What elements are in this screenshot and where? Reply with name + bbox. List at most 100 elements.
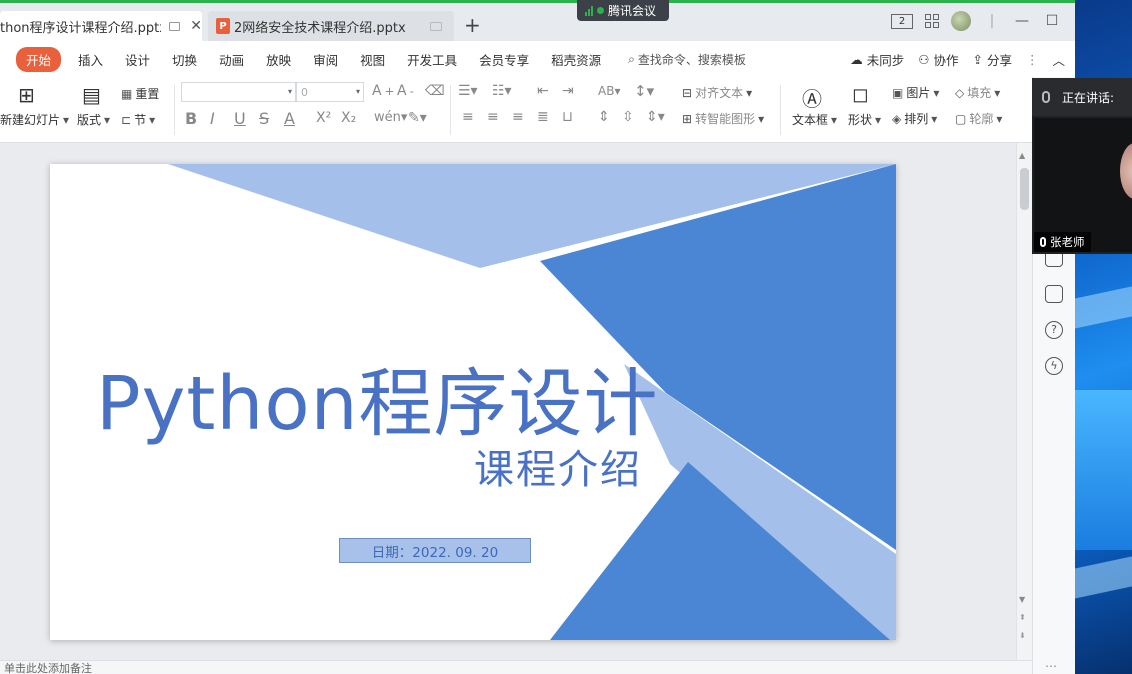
scroll-up-icon[interactable]: ▲ xyxy=(1019,151,1025,160)
lightning-icon[interactable]: ϟ xyxy=(1045,357,1063,375)
menu-slideshow[interactable]: 放映 xyxy=(255,50,302,69)
shape-button[interactable]: 形状 ▾ xyxy=(848,111,881,128)
user-icon: ⚇ xyxy=(918,51,930,67)
new-slide-icon[interactable]: ⊞ xyxy=(18,83,35,107)
tab-python-course[interactable]: thon程序设计课程介绍.pptx ✕ xyxy=(0,11,202,41)
meeting-indicator[interactable]: 腾讯会议 xyxy=(577,0,669,21)
menu-member[interactable]: 会员专享 xyxy=(468,50,540,69)
subscript-icon[interactable]: X₂ xyxy=(341,110,356,126)
align-center-icon[interactable]: ≡ xyxy=(487,109,499,125)
new-tab-button[interactable]: + xyxy=(464,13,481,37)
collaborate-button[interactable]: ⚇ 协作 xyxy=(918,50,958,69)
menu-design[interactable]: 设计 xyxy=(114,50,161,69)
menu-transition[interactable]: 切换 xyxy=(161,50,208,69)
highlight-icon[interactable]: ✎▾ xyxy=(408,110,427,126)
menu-start[interactable]: 开始 xyxy=(16,46,62,72)
arrange-button[interactable]: ◈ 排列 ▾ xyxy=(892,110,937,127)
ribbon-toolbar: ⊞ 新建幻灯片 ▾ ▤ 版式 ▾ ▦ 重置 ⊏ 节 ▾ ▾ 0 ▾ A + A- ⌫ B I … xyxy=(0,77,1032,143)
underline-icon[interactable]: U xyxy=(234,109,246,128)
menu-docer[interactable]: 稻壳资源 xyxy=(540,50,612,69)
layout-button[interactable]: 版式 ▾ xyxy=(77,111,110,128)
collapse-ribbon-icon[interactable]: ︿ xyxy=(1052,50,1065,69)
align-text-icon: ⊟ xyxy=(682,85,693,100)
vertical-scrollbar[interactable]: ▲ ▼ ⇞ ⇟ xyxy=(1016,143,1032,660)
paragraph-spacing-icon[interactable]: ⇳ xyxy=(622,109,634,125)
scroll-down-icon[interactable]: ▼ xyxy=(1019,595,1025,604)
scrollbar-thumb[interactable] xyxy=(1020,168,1029,210)
justify-icon[interactable]: ≣ xyxy=(537,109,549,125)
next-slide-icon[interactable]: ⇟ xyxy=(1019,631,1026,640)
clear-format-icon[interactable]: ⌫ xyxy=(425,83,445,99)
smart-art-button[interactable]: ⊞ 转智能图形 ▾ xyxy=(682,110,764,127)
layout-icon[interactable]: ▤ xyxy=(82,83,101,107)
avatar[interactable] xyxy=(951,11,971,31)
share-button[interactable]: ⇪ 分享 xyxy=(972,50,1012,69)
close-tab-icon[interactable]: ✕ xyxy=(190,18,202,34)
distribute-icon[interactable]: ⊔ xyxy=(562,109,573,125)
sync-label: 未同步 xyxy=(866,52,905,68)
font-color-icon[interactable]: A xyxy=(284,109,295,128)
smart-art-icon: ⊞ xyxy=(682,111,693,126)
light-beam xyxy=(1075,281,1132,329)
increase-font-icon[interactable]: A + xyxy=(372,83,394,99)
monitor-icon[interactable] xyxy=(429,21,442,31)
minimize-button[interactable]: — xyxy=(1013,13,1031,29)
slide-date[interactable]: 日期：2022. 09. 20 xyxy=(339,538,531,563)
apps-grid-icon[interactable] xyxy=(925,14,939,28)
monitor-icon[interactable] xyxy=(168,21,181,31)
sync-button[interactable]: ☁ 未同步 xyxy=(850,50,904,69)
outline-button[interactable]: ▢ 轮廓 ▾ xyxy=(955,110,1002,127)
command-search[interactable]: ⌕ 查找命令、搜索模板 xyxy=(628,51,746,68)
more-icon[interactable]: ⋮ xyxy=(1026,52,1039,67)
numbered-list-icon[interactable]: ☷▾ xyxy=(492,83,512,99)
slide[interactable]: Python程序设计 课程介绍 日期：2022. 09. 20 xyxy=(50,164,896,640)
slide-subtitle[interactable]: 课程介绍 xyxy=(474,437,642,495)
strikethrough-icon[interactable]: S xyxy=(259,109,269,128)
menu-developer[interactable]: 开发工具 xyxy=(396,50,468,69)
more-icon[interactable]: ⋯ xyxy=(1045,659,1057,673)
prev-slide-icon[interactable]: ⇞ xyxy=(1019,613,1026,622)
align-right-icon[interactable]: ≡ xyxy=(512,109,524,125)
outline-icon: ▢ xyxy=(955,111,967,126)
reset-button[interactable]: ▦ 重置 xyxy=(121,85,159,102)
slide-title[interactable]: Python程序设计 xyxy=(96,344,659,451)
columns-icon[interactable]: ⇕▾ xyxy=(646,109,665,125)
textbox-icon[interactable]: Ⓐ xyxy=(802,83,822,112)
bold-icon[interactable]: B xyxy=(185,109,197,128)
sort-icon[interactable]: ↕▾ xyxy=(634,82,654,100)
maximize-button[interactable]: ☐ xyxy=(1043,13,1061,29)
section-button[interactable]: ⊏ 节 ▾ xyxy=(121,111,155,128)
separator: | xyxy=(989,13,995,29)
fill-button[interactable]: ◇ 填充 ▾ xyxy=(955,84,1000,101)
light-beam xyxy=(1075,551,1132,599)
new-slide-button[interactable]: 新建幻灯片 ▾ xyxy=(0,111,69,128)
italic-icon[interactable]: I xyxy=(210,109,215,128)
notes-bar[interactable]: 单击此处添加备注 xyxy=(0,660,1032,674)
menu-review[interactable]: 审阅 xyxy=(302,50,349,69)
picture-button[interactable]: ▣ 图片 ▾ xyxy=(892,84,939,101)
decrease-indent-icon[interactable]: ⇤ xyxy=(537,83,549,99)
arrange-icon: ◈ xyxy=(892,111,902,126)
align-left-icon[interactable]: ≡ xyxy=(462,109,474,125)
decrease-font-icon[interactable]: A- xyxy=(397,83,414,99)
reset-icon: ▦ xyxy=(121,86,133,101)
align-text-button[interactable]: ⊟ 对齐文本 ▾ xyxy=(682,84,752,101)
font-size-select[interactable]: 0 ▾ xyxy=(296,82,364,102)
shape-icon[interactable]: ◻ xyxy=(852,82,869,106)
menu-view[interactable]: 视图 xyxy=(349,50,396,69)
help-icon[interactable]: ? xyxy=(1045,321,1063,339)
tab-network-security[interactable]: P 2网络安全技术课程介绍.pptx xyxy=(208,11,454,41)
menu-insert[interactable]: 插入 xyxy=(67,50,114,69)
phonetic-guide-icon[interactable]: wén▾ xyxy=(374,110,407,125)
layout-switch-icon[interactable]: 2 xyxy=(891,13,913,29)
line-spacing-icon[interactable]: ⇕ xyxy=(598,109,610,125)
text-direction-icon[interactable]: AB▾ xyxy=(598,84,620,98)
increase-indent-icon[interactable]: ⇥ xyxy=(562,83,574,99)
font-name-select[interactable]: ▾ xyxy=(181,82,296,102)
image-edit-icon[interactable] xyxy=(1045,285,1063,303)
menu-animation[interactable]: 动画 xyxy=(208,50,255,69)
bullet-list-icon[interactable]: ☰▾ xyxy=(458,83,478,99)
textbox-button[interactable]: 文本框 ▾ xyxy=(792,111,837,128)
command-search-text: 查找命令、搜索模板 xyxy=(637,52,746,67)
superscript-icon[interactable]: X² xyxy=(316,110,331,126)
